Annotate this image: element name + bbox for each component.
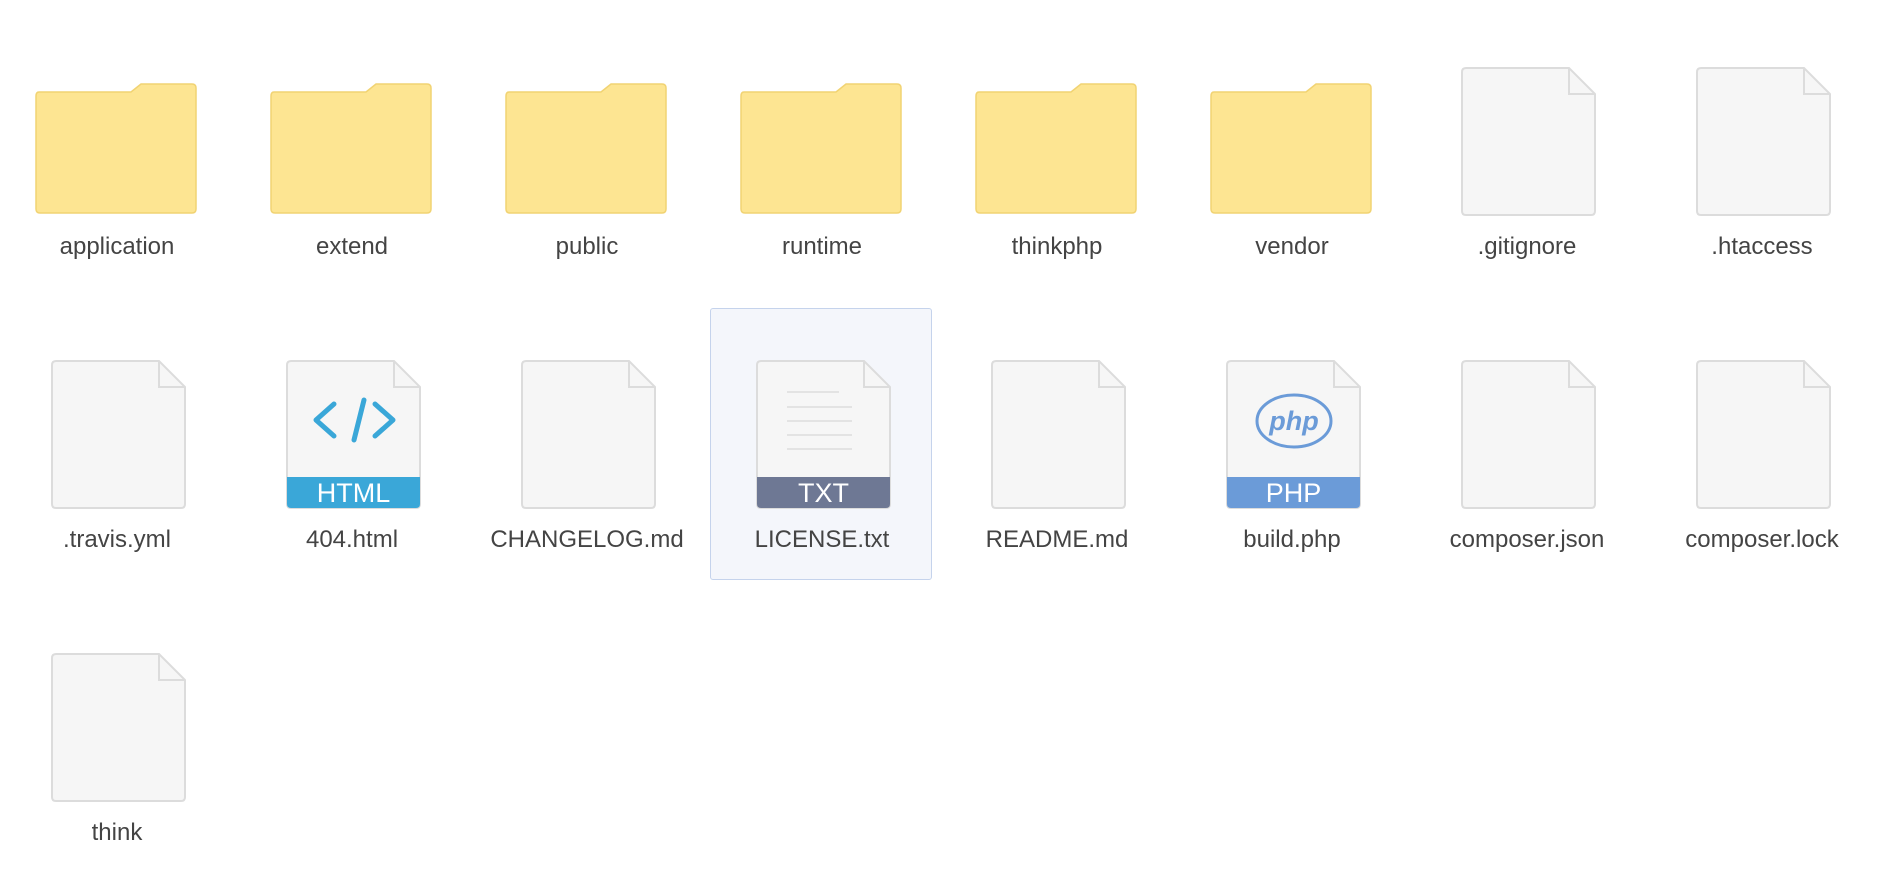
file-item-404-html[interactable]: HTML 404.html (240, 308, 462, 580)
file-page (1461, 67, 1596, 216)
file-item-build-php[interactable]: php PHP build.php (1180, 308, 1402, 580)
file-grid: application extend public runtime thinkphp ve… (0, 0, 1878, 862)
folder-body (505, 83, 667, 214)
item-label: build.php (1243, 526, 1341, 553)
folder-item-runtime[interactable]: runtime (710, 15, 932, 287)
item-label: .gitignore (1477, 233, 1577, 260)
file-icon (991, 360, 1126, 509)
file-icon (521, 360, 656, 509)
file-icon (1696, 67, 1831, 216)
item-label: composer.json (1449, 526, 1605, 553)
item-label: README.md (985, 526, 1129, 553)
folder-icon (740, 83, 902, 214)
item-label: application (59, 233, 175, 260)
item-label: public (555, 233, 619, 260)
item-icon-slot: php PHP (1181, 309, 1403, 509)
folder-item-application[interactable]: application (5, 15, 227, 287)
folder-item-vendor[interactable]: vendor (1180, 15, 1402, 287)
txt-file-icon: TXT (756, 360, 891, 509)
item-label: vendor (1255, 233, 1329, 260)
file-page (51, 360, 186, 509)
file-page (991, 360, 1126, 509)
file-page (51, 653, 186, 802)
folder-body (1210, 83, 1372, 214)
file-type-badge-label: HTML (317, 478, 391, 508)
folder-body (35, 83, 197, 214)
item-label: 404.html (305, 526, 399, 553)
item-icon-slot (1416, 16, 1638, 216)
file-icon (51, 360, 186, 509)
file-icon (1461, 360, 1596, 509)
file-page (1696, 67, 1831, 216)
file-type-badge-label: TXT (798, 478, 849, 508)
folder-item-public[interactable]: public (475, 15, 697, 287)
item-icon-slot (6, 602, 228, 802)
item-label: composer.lock (1685, 526, 1839, 553)
folder-body (270, 83, 432, 214)
file-type-badge-label: PHP (1266, 478, 1322, 508)
item-icon-slot: TXT (711, 309, 933, 509)
file-item-travis-yml[interactable]: .travis.yml (5, 308, 227, 580)
item-icon-slot (1416, 309, 1638, 509)
item-label: runtime (781, 233, 863, 260)
php-logo-text: php (1268, 406, 1318, 436)
folder-body (740, 83, 902, 214)
folder-icon (1210, 83, 1372, 214)
item-label: think (91, 819, 143, 846)
folder-icon (505, 83, 667, 214)
file-item-composer-lock[interactable]: composer.lock (1650, 308, 1872, 580)
item-label: thinkphp (1011, 233, 1103, 260)
item-icon-slot (241, 16, 463, 216)
file-item-think[interactable]: think (5, 601, 227, 873)
item-label: .travis.yml (63, 526, 171, 553)
item-label: LICENSE.txt (754, 526, 890, 553)
file-item-license-txt[interactable]: TXT LICENSE.txt (710, 308, 932, 580)
file-item-readme-md[interactable]: README.md (945, 308, 1167, 580)
item-icon-slot (711, 16, 933, 216)
file-item-changelog-md[interactable]: CHANGELOG.md (475, 308, 697, 580)
item-label: CHANGELOG.md (490, 526, 684, 553)
item-icon-slot (1181, 16, 1403, 216)
item-icon-slot (1651, 309, 1873, 509)
file-item-composer-json[interactable]: composer.json (1415, 308, 1637, 580)
item-icon-slot (946, 309, 1168, 509)
item-icon-slot (476, 309, 698, 509)
item-icon-slot (1651, 16, 1873, 216)
file-item-htaccess[interactable]: .htaccess (1650, 15, 1872, 287)
item-icon-slot (6, 16, 228, 216)
file-icon (1461, 67, 1596, 216)
file-icon (1696, 360, 1831, 509)
html-file-icon: HTML (286, 360, 421, 509)
folder-icon (270, 83, 432, 214)
item-icon-slot (946, 16, 1168, 216)
item-label: .htaccess (1711, 233, 1813, 260)
folder-item-extend[interactable]: extend (240, 15, 462, 287)
item-label: extend (315, 233, 389, 260)
file-icon (51, 653, 186, 802)
folder-icon (975, 83, 1137, 214)
file-item-gitignore[interactable]: .gitignore (1415, 15, 1637, 287)
folder-icon (35, 83, 197, 214)
item-icon-slot (6, 309, 228, 509)
file-page (1461, 360, 1596, 509)
folder-body (975, 83, 1137, 214)
file-page (1696, 360, 1831, 509)
item-icon-slot (476, 16, 698, 216)
item-icon-slot: HTML (241, 309, 463, 509)
file-page (521, 360, 656, 509)
php-file-icon: php PHP (1226, 360, 1361, 509)
folder-item-thinkphp[interactable]: thinkphp (945, 15, 1167, 287)
